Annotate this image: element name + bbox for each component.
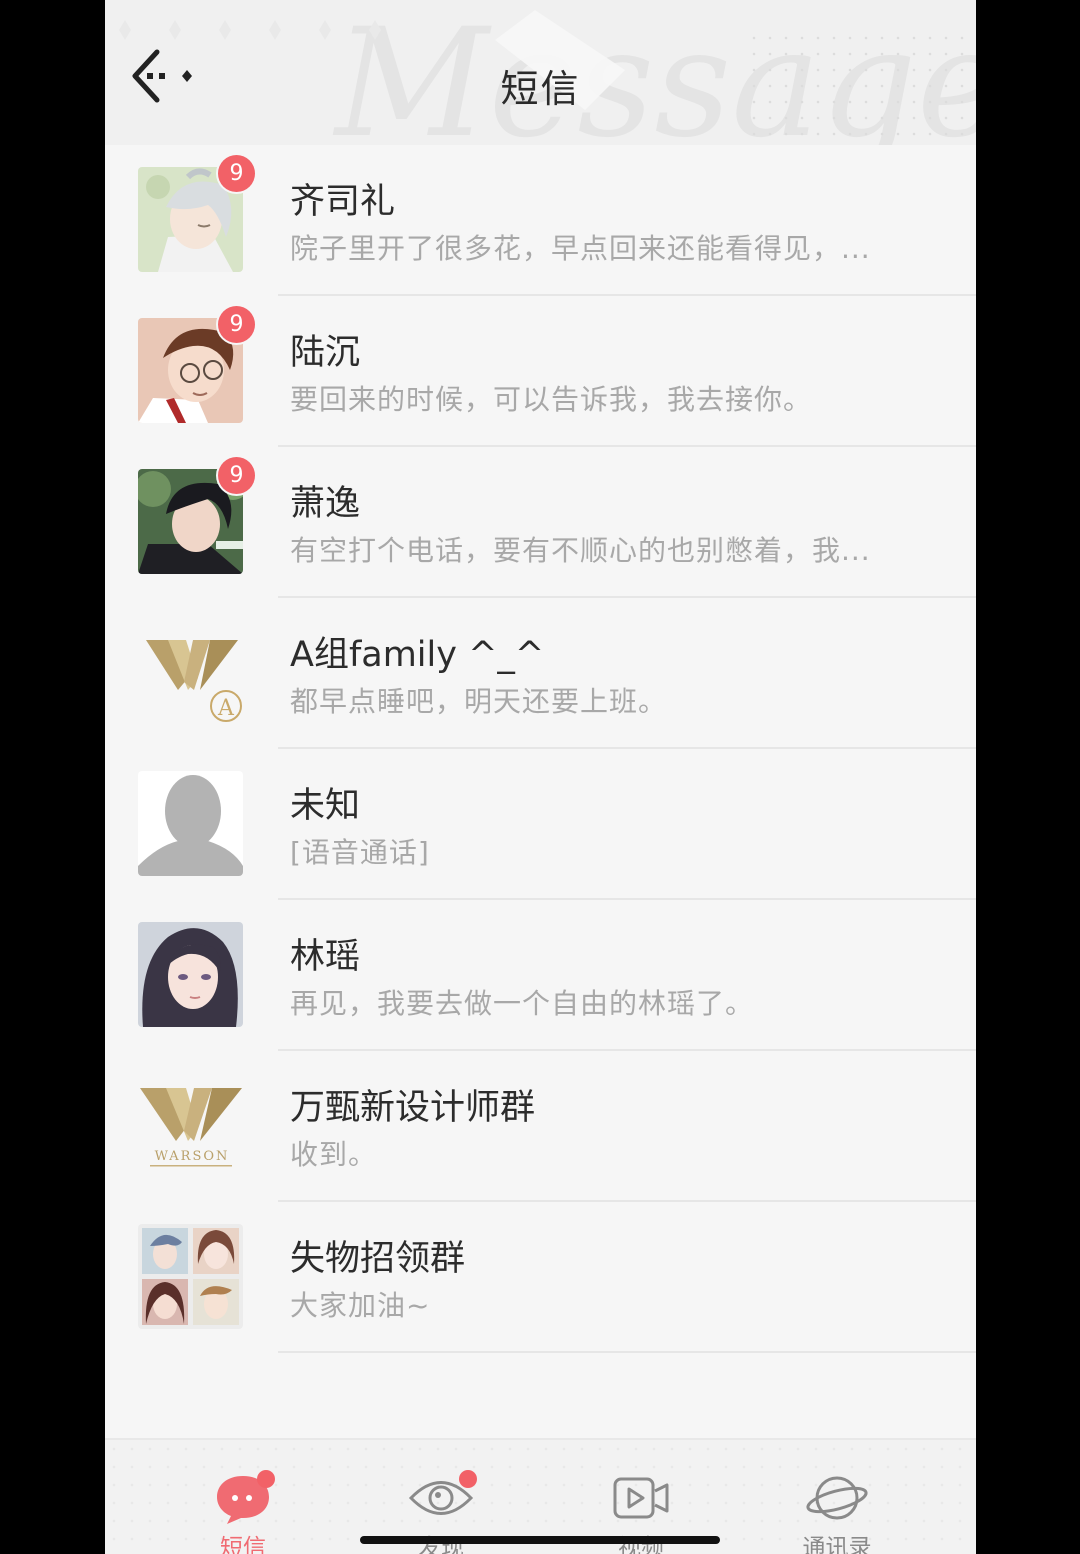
avatar [138, 1224, 243, 1329]
conversation-item-unknown[interactable]: 未知 [语音通话] [105, 749, 976, 900]
message-preview: 收到。 [290, 1138, 378, 1171]
warson-logo-icon: WARSON [138, 1073, 243, 1178]
message-preview: [语音通话] [290, 836, 430, 869]
message-preview: 大家加油~ [290, 1289, 431, 1322]
tab-messages[interactable]: 短信 [183, 1468, 303, 1554]
conversation-list: 9 齐司礼 院子里开了很多花，早点回来还能看得见，... 9 陆沉 要回来的时候… [105, 145, 976, 1353]
tab-label: 通讯录 [802, 1535, 872, 1554]
conversation-item-a-group[interactable]: A A组family ^_^ 都早点睡吧，明天还要上班。 [105, 598, 976, 749]
contact-name: A组family ^_^ [290, 635, 545, 675]
message-preview: 院子里开了很多花，早点回来还能看得见，... [290, 232, 871, 265]
messages-screen: Message 短信 9 齐司礼 院子里开了很多花，早点回来还能看得见，... … [105, 0, 976, 1554]
message-preview: 再见，我要去做一个自由的林瑶了。 [290, 987, 755, 1020]
message-preview: 都早点睡吧，明天还要上班。 [290, 685, 668, 718]
contact-name: 萧逸 [290, 484, 361, 524]
svg-text:A: A [217, 696, 235, 721]
conversation-item-lu-chen[interactable]: 9 陆沉 要回来的时候，可以告诉我，我去接你。 [105, 296, 976, 447]
notification-dot [459, 1470, 477, 1488]
contact-name: 失物招领群 [290, 1239, 466, 1279]
lin-yao-portrait-icon [138, 922, 243, 1027]
tab-label: 短信 [220, 1535, 266, 1554]
contact-name: 未知 [290, 786, 361, 826]
header-bar: Message 短信 [105, 0, 976, 145]
unknown-person-icon [138, 771, 243, 876]
message-preview: 要回来的时候，可以告诉我，我去接你。 [290, 383, 813, 416]
planet-icon [806, 1476, 868, 1520]
conversation-item-warson-designers[interactable]: WARSON 万甄新设计师群 收到。 [105, 1051, 976, 1202]
conversation-item-lost-and-found[interactable]: 失物招领群 大家加油~ [105, 1202, 976, 1353]
home-indicator[interactable] [360, 1536, 720, 1544]
page-title: 短信 [500, 67, 581, 111]
contact-name: 林瑶 [290, 937, 361, 977]
conversation-item-xiao-yi[interactable]: 9 萧逸 有空打个电话，要有不顺心的也别憋着，我... [105, 447, 976, 598]
video-icon [613, 1477, 669, 1519]
contact-name: 陆沉 [290, 333, 361, 373]
notification-dot [257, 1470, 275, 1488]
avatar [138, 771, 243, 876]
unread-badge: 9 [218, 306, 255, 343]
avatar: WARSON [138, 1073, 243, 1178]
conversation-item-lin-yao[interactable]: 林瑶 再见，我要去做一个自由的林瑶了。 [105, 900, 976, 1051]
warson-a-logo-icon: A [138, 620, 243, 725]
divider [278, 1351, 976, 1353]
conversation-item-qi-silu[interactable]: 9 齐司礼 院子里开了很多花，早点回来还能看得见，... [105, 145, 976, 296]
group-collage-icon [138, 1224, 243, 1329]
message-preview: 有空打个电话，要有不顺心的也别憋着，我... [290, 534, 871, 567]
unread-badge: 9 [218, 457, 255, 494]
avatar [138, 922, 243, 1027]
avatar: A [138, 620, 243, 725]
svg-text:WARSON: WARSON [155, 1149, 230, 1164]
unread-badge: 9 [218, 155, 255, 192]
contact-name: 万甄新设计师群 [290, 1088, 536, 1128]
tab-contacts[interactable]: 通讯录 [777, 1468, 897, 1554]
contact-name: 齐司礼 [290, 182, 396, 222]
